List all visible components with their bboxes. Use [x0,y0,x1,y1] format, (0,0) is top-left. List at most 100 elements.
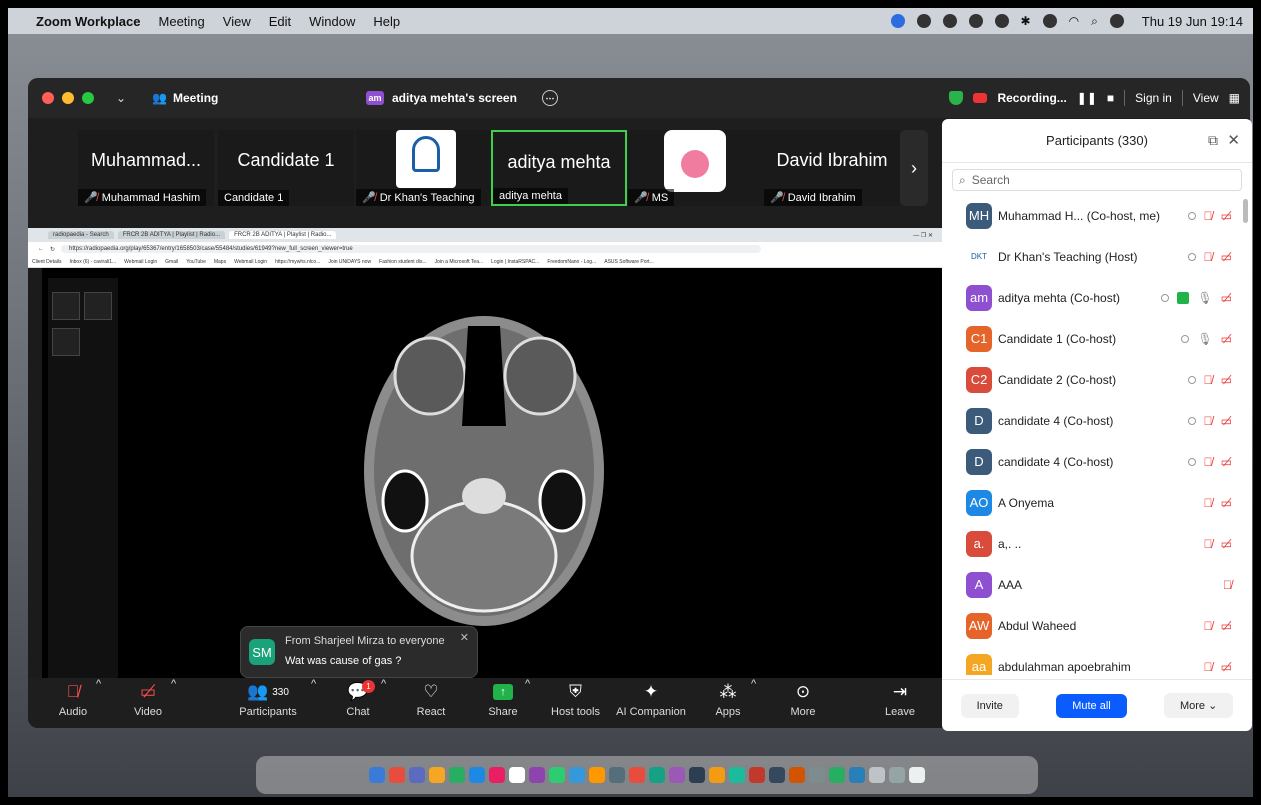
bookmark[interactable]: Webmail Login [234,259,267,265]
dock-app-icon[interactable] [449,767,465,783]
dock-app-icon[interactable] [569,767,585,783]
next-page-button[interactable]: › [900,130,928,206]
dock-app-icon[interactable] [469,767,485,783]
dock-app-icon[interactable] [389,767,405,783]
stop-recording-icon[interactable]: ■ [1107,91,1114,105]
participant-row[interactable]: am aditya mehta (Co-host) 🎙 ▭̸ [942,277,1252,318]
participant-row[interactable]: A AAA 🎙̸ [942,564,1252,605]
dock-app-icon[interactable] [629,767,645,783]
ct-scan-image[interactable] [350,286,618,631]
audio-button[interactable]: 🎙̸ Audio [48,678,98,728]
dock-app-icon[interactable] [689,767,705,783]
dock-app-icon[interactable] [709,767,725,783]
series-thumbnail[interactable] [52,292,80,320]
menu-edit[interactable]: Edit [269,14,291,29]
bookmark[interactable]: ASUS Software Port... [604,259,653,265]
menu-meeting[interactable]: Meeting [159,14,205,29]
dock-app-icon[interactable] [789,767,805,783]
reload-icon[interactable]: ↻ [50,246,55,253]
video-tile[interactable]: David Ibrahim 🎤̸ David Ibrahim [764,130,900,206]
bookmark[interactable]: Client Details [32,259,61,265]
ai-companion-button[interactable]: ✦ AI Companion [611,678,691,728]
zoom-status-icon[interactable] [890,14,905,28]
cloud-icon[interactable] [916,14,931,28]
browser-tab[interactable]: FRCR 2B ADITYA | Playlist | Radio... [229,231,337,239]
play-icon[interactable] [994,14,1009,28]
chat-notification[interactable]: SM From Sharjeel Mirza to everyone Wat w… [240,626,478,678]
participant-row[interactable]: MH Muhammad H... (Co-host, me) 🎙̸ ▭̸ [942,195,1252,236]
menu-help[interactable]: Help [373,14,400,29]
minimize-window-button[interactable] [62,92,74,104]
leave-button[interactable]: ⇥ Leave [880,678,920,728]
participant-row[interactable]: C1 Candidate 1 (Co-host) 🎙 ▭̸ [942,318,1252,359]
share-button[interactable]: ↑ Share [483,678,523,728]
shared-screen-tab[interactable]: am aditya mehta's screen ⋯ [366,90,558,106]
menu-app[interactable]: Zoom Workplace [36,14,141,29]
dock-app-icon[interactable] [509,767,525,783]
more-options-icon[interactable]: ⋯ [542,90,558,106]
dock-app-icon[interactable] [749,767,765,783]
dock-app-icon[interactable] [409,767,425,783]
bookmark[interactable]: Fashion student dis... [379,259,427,265]
video-tile[interactable]: 🎤̸ Dr Khan's Teaching [356,130,492,206]
dock-app-icon[interactable] [489,767,505,783]
url-field[interactable]: https://radiopaedia.org/play/65367/entry… [61,245,762,253]
bluetooth-icon[interactable]: ✱ [1021,14,1031,28]
pop-out-icon[interactable]: ⧉ [1208,132,1218,149]
view-button[interactable]: View [1193,91,1219,105]
close-icon[interactable]: ✕ [460,631,469,644]
video-tile[interactable]: Muhammad... 🎤̸ Muhammad Hashim [78,130,214,206]
window-controls[interactable]: — ❐ ✕ [913,232,933,239]
search-input[interactable]: ⌕ Search [952,169,1242,191]
video-button[interactable]: ▭̸ Video [123,678,173,728]
dock-app-icon[interactable] [889,767,905,783]
browser-tab[interactable]: radiopaedia - Search [48,231,114,239]
app-status-icon[interactable] [942,14,957,28]
bookmark[interactable]: https://mywhs.nlco... [275,259,320,265]
moon-icon[interactable] [968,14,983,28]
participant-row[interactable]: aa abdulahman apoebrahim 🎙̸ ▭̸ [942,646,1252,675]
dock-app-icon[interactable] [549,767,565,783]
dock-app-icon[interactable] [589,767,605,783]
bookmark[interactable]: YouTube [186,259,206,265]
video-tile[interactable]: 🎤̸ MS [628,130,764,206]
recording-label[interactable]: Recording... [997,91,1066,105]
bookmark[interactable]: Webmail Login [124,259,157,265]
menu-view[interactable]: View [223,14,251,29]
dock-app-icon[interactable] [609,767,625,783]
participants-options-chevron[interactable]: ^ [311,678,316,728]
dock-app-icon[interactable] [729,767,745,783]
invite-button[interactable]: Invite [960,693,1019,718]
menu-window[interactable]: Window [309,14,355,29]
meeting-menu[interactable]: 👥 Meeting [152,91,218,105]
bookmark[interactable]: FreedomNano - Log... [547,259,596,265]
dock-app-icon[interactable] [909,767,925,783]
participant-row[interactable]: AO A Onyema 🎙̸ ▭̸ [942,482,1252,523]
chevron-down-icon[interactable]: ⌄ [116,91,126,105]
participant-row[interactable]: C2 Candidate 2 (Co-host) 🎙̸ ▭̸ [942,359,1252,400]
close-window-button[interactable] [42,92,54,104]
pause-recording-icon[interactable]: ❚❚ [1077,91,1097,105]
dock-app-icon[interactable] [369,767,385,783]
series-thumbnail[interactable] [84,292,112,320]
close-icon[interactable]: ✕ [1227,131,1240,149]
dock-app-icon[interactable] [669,767,685,783]
more-button[interactable]: ⊙ More [783,678,823,728]
search-icon[interactable]: ⌕ [1091,14,1098,29]
control-center-icon[interactable] [1109,14,1124,28]
participant-row[interactable]: AW Abdul Waheed 🎙̸ ▭̸ [942,605,1252,646]
mute-all-button[interactable]: Mute all [1056,693,1127,718]
series-thumbnail[interactable] [52,328,80,356]
browser-tab[interactable]: FRCR 2B ADITYA | Playlist | Radio... [117,231,226,239]
dock-app-icon[interactable] [769,767,785,783]
dock-app-icon[interactable] [849,767,865,783]
apps-button[interactable]: ⁂ Apps [708,678,748,728]
share-options-chevron[interactable]: ^ [525,678,530,728]
host-tools-button[interactable]: ⛨ Host tools [543,678,608,728]
security-shield-icon[interactable] [949,91,964,105]
dock-app-icon[interactable] [829,767,845,783]
dock-app-icon[interactable] [429,767,445,783]
bookmark[interactable]: Gmail [165,259,178,265]
bookmark[interactable]: Join UNiDAYS now [328,259,371,265]
more-button[interactable]: More ⌄ [1163,693,1234,718]
